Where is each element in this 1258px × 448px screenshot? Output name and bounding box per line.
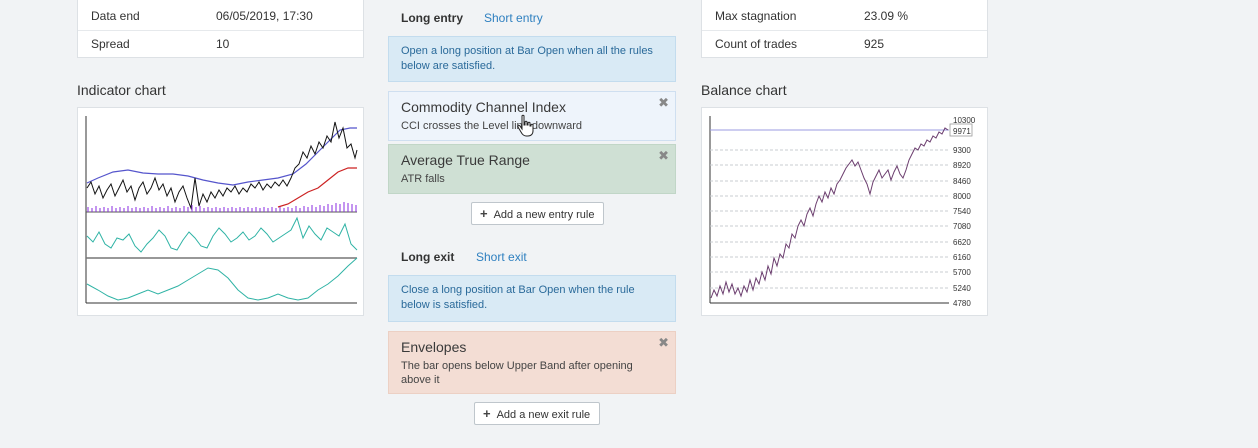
balance-tick-label: 10300 <box>953 116 976 125</box>
rule-description: ATR falls <box>401 173 445 185</box>
info-value: 925 <box>864 37 885 51</box>
rule-description: The bar opens below Upper Band after ope… <box>401 360 633 386</box>
info-key: Max stagnation <box>715 9 797 23</box>
exit-rule-envelopes[interactable]: Envelopes The bar opens below Upper Band… <box>388 331 676 394</box>
tab-short-entry[interactable]: Short entry <box>484 10 543 26</box>
info-row-max-stagnation: Max stagnation 23.09 % <box>702 3 987 30</box>
remove-rule-icon[interactable]: ✖ <box>658 95 669 111</box>
add-exit-rule-button[interactable]: + Add a new exit rule <box>474 402 601 425</box>
balance-tick-label: 8920 <box>953 161 971 170</box>
info-row-count-of-trades: Count of trades 925 <box>702 30 987 57</box>
balance-tick-label: 8000 <box>953 192 971 201</box>
add-entry-rule-button[interactable]: + Add a new entry rule <box>471 202 605 225</box>
plus-icon: + <box>483 406 491 421</box>
remove-rule-icon[interactable]: ✖ <box>658 148 669 164</box>
tab-long-entry[interactable]: Long entry <box>401 10 463 26</box>
indicator-chart-title: Indicator chart <box>77 82 166 98</box>
balance-chart-panel: 9971 10300 9300 8920 8460 8000 7540 7080 6620 61… <box>701 107 988 316</box>
indicator-chart-panel <box>77 107 364 316</box>
plus-icon: + <box>480 206 488 221</box>
info-value: 10 <box>216 37 230 51</box>
indicator-chart <box>85 116 358 304</box>
volume-bars <box>87 202 357 212</box>
add-exit-rule-label: Add a new exit rule <box>496 409 591 421</box>
balance-chart-title: Balance chart <box>701 82 787 98</box>
hand-cursor-icon <box>517 114 534 137</box>
exit-note: Close a long position at Bar Open when t… <box>388 275 676 322</box>
balance-tick-label: 6620 <box>953 238 971 247</box>
balance-tick-label: 8460 <box>953 177 971 186</box>
balance-chart: 9971 10300 9300 8920 8460 8000 7540 7080 6620 61… <box>709 116 976 308</box>
cci-line <box>86 216 358 253</box>
backtest-info-panel-right: Max stagnation 23.09 % Count of trades 9… <box>701 0 988 58</box>
add-entry-rule-label: Add a new entry rule <box>493 209 595 221</box>
info-key: Spread <box>91 37 130 51</box>
balance-tick-label: 4780 <box>953 299 971 308</box>
entry-note: Open a long position at Bar Open when al… <box>388 36 676 82</box>
envelope-upper-line <box>86 127 357 186</box>
balance-tick-label: 5700 <box>953 268 971 277</box>
price-line <box>86 121 358 210</box>
info-row-spread: Spread 10 <box>78 30 363 57</box>
balance-tick-label: 5240 <box>953 284 971 293</box>
entry-rule-atr[interactable]: Average True Range ATR falls ✖ <box>388 144 676 194</box>
backtest-info-panel-left: Data end 06/05/2019, 17:30 Spread 10 <box>77 0 364 58</box>
balance-tick-label: 7080 <box>953 222 971 231</box>
envelope-lower-line <box>277 167 357 208</box>
info-row-data-end: Data end 06/05/2019, 17:30 <box>78 3 363 30</box>
balance-tick-label: 9300 <box>953 146 971 155</box>
remove-rule-icon[interactable]: ✖ <box>658 335 669 351</box>
rule-title: Average True Range <box>401 152 530 168</box>
info-key: Data end <box>91 9 140 23</box>
info-value: 23.09 % <box>864 9 909 23</box>
rule-title: Envelopes <box>401 339 467 355</box>
atr-line <box>86 257 358 301</box>
tab-long-exit[interactable]: Long exit <box>401 249 454 265</box>
balance-tick-label: 7540 <box>953 207 971 216</box>
balance-tick-label: 6160 <box>953 253 971 262</box>
balance-current-value: 9971 <box>953 127 971 136</box>
info-value: 06/05/2019, 17:30 <box>216 9 313 23</box>
info-key: Count of trades <box>715 37 798 51</box>
tab-short-exit[interactable]: Short exit <box>476 249 527 265</box>
